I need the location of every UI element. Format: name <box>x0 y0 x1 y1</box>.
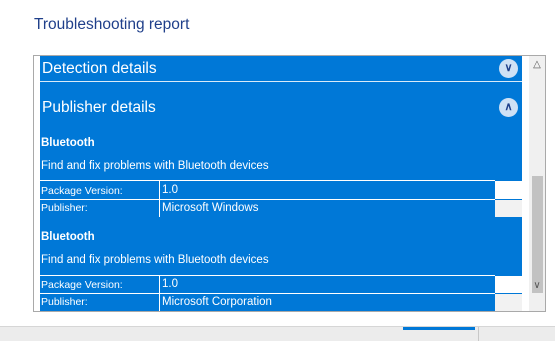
vertical-scrollbar[interactable]: △ ∨ <box>529 56 545 311</box>
cell-blank <box>495 294 522 311</box>
package-version-value: 1.0 <box>162 278 178 290</box>
entry-name: Bluetooth <box>41 231 95 243</box>
divider <box>40 293 495 294</box>
package-version-label: Package Version: <box>41 279 123 291</box>
publisher-label: Publisher: <box>41 296 88 308</box>
entry-description: Find and fix problems with Bluetooth dev… <box>41 160 269 172</box>
entry-name: Bluetooth <box>41 137 95 149</box>
scroll-up-icon[interactable]: △ <box>529 57 545 73</box>
package-version-value: 1.0 <box>162 184 178 196</box>
publisher-value: Microsoft Corporation <box>162 296 272 308</box>
publisher-label: Publisher: <box>41 202 88 214</box>
section-detection-details[interactable]: Detection details ∨ <box>40 57 522 82</box>
section-publisher-details[interactable]: Publisher details ∧ <box>40 96 522 120</box>
divider <box>40 81 522 82</box>
report-content: Detection details ∨ Publisher details ∧ … <box>40 56 522 311</box>
section-label: Publisher details <box>42 99 156 116</box>
cell-blank <box>495 276 522 293</box>
report-panel[interactable]: Detection details ∨ Publisher details ∧ … <box>33 55 546 312</box>
chevron-down-icon[interactable]: ∨ <box>499 59 518 78</box>
footer-bar <box>0 326 555 341</box>
entry-description: Find and fix problems with Bluetooth dev… <box>41 254 269 266</box>
section-label: Detection details <box>42 60 157 77</box>
chevron-up-icon[interactable]: ∧ <box>499 98 518 117</box>
publisher-value: Microsoft Windows <box>162 202 259 214</box>
divider <box>40 180 495 181</box>
scroll-down-icon[interactable]: ∨ <box>529 278 545 294</box>
footer-button[interactable] <box>403 327 475 330</box>
divider <box>40 199 495 200</box>
scrollbar-thumb[interactable] <box>532 176 543 293</box>
page-title: Troubleshooting report <box>34 16 190 33</box>
divider <box>40 275 495 276</box>
cell-blank <box>495 181 522 199</box>
cell-blank <box>495 200 522 217</box>
package-version-label: Package Version: <box>41 185 123 197</box>
divider <box>478 327 479 341</box>
